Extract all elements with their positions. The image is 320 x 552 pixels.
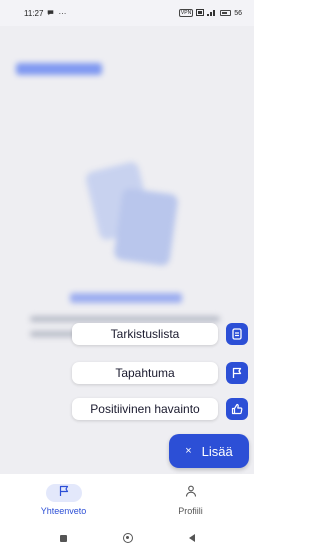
nav-icon-container xyxy=(173,484,209,502)
blurred-empty-heading xyxy=(70,293,182,303)
add-button[interactable]: × Lisää xyxy=(169,434,249,468)
blurred-empty-text-line xyxy=(30,316,220,322)
nav-item-profile[interactable]: Profiili xyxy=(127,474,254,524)
battery-level: 56 xyxy=(234,9,242,17)
back-icon[interactable] xyxy=(188,534,195,542)
fab-menu-item-checklist[interactable]: Tarkistuslista xyxy=(72,323,248,345)
vpn-chip: VPN xyxy=(178,9,194,17)
close-icon: × xyxy=(185,445,192,457)
system-navigation-bar xyxy=(0,524,254,552)
chat-notification-icon xyxy=(47,9,54,18)
fab-menu-item-event[interactable]: Tapahtuma xyxy=(72,362,248,384)
person-icon xyxy=(184,484,198,503)
bottom-navigation: Yhteenveto Profiili xyxy=(0,474,254,524)
status-right: VPN 56 xyxy=(178,8,242,18)
nav-label: Yhteenveto xyxy=(40,506,87,516)
recent-apps-icon[interactable] xyxy=(59,534,67,542)
checklist-icon[interactable] xyxy=(226,323,248,345)
fab-menu-item-positive-observation[interactable]: Positiivinen havainto xyxy=(72,398,248,420)
thumbs-up-icon[interactable] xyxy=(226,398,248,420)
blurred-page-title xyxy=(16,63,102,75)
fab-menu-label[interactable]: Tarkistuslista xyxy=(72,323,218,345)
fab-menu-label[interactable]: Positiivinen havainto xyxy=(72,398,218,420)
sim-icon xyxy=(196,8,205,18)
status-overflow: ··· xyxy=(58,8,67,18)
nav-label: Profiili xyxy=(178,506,203,516)
nav-active-indicator xyxy=(45,484,82,503)
flag-icon[interactable] xyxy=(226,362,248,384)
signal-icon xyxy=(207,9,217,18)
flag-icon xyxy=(57,484,71,503)
battery-icon xyxy=(220,10,232,16)
blurred-illustration-front xyxy=(113,187,179,267)
fab-menu-label[interactable]: Tapahtuma xyxy=(72,362,218,384)
nav-item-summary[interactable]: Yhteenveto xyxy=(0,474,127,524)
status-time: 11:27 xyxy=(24,8,44,18)
status-bar: 11:27 ··· VPN 56 xyxy=(0,0,254,26)
status-left: 11:27 ··· xyxy=(24,9,66,18)
home-icon[interactable] xyxy=(122,533,133,543)
add-button-label: Lisää xyxy=(201,443,233,459)
